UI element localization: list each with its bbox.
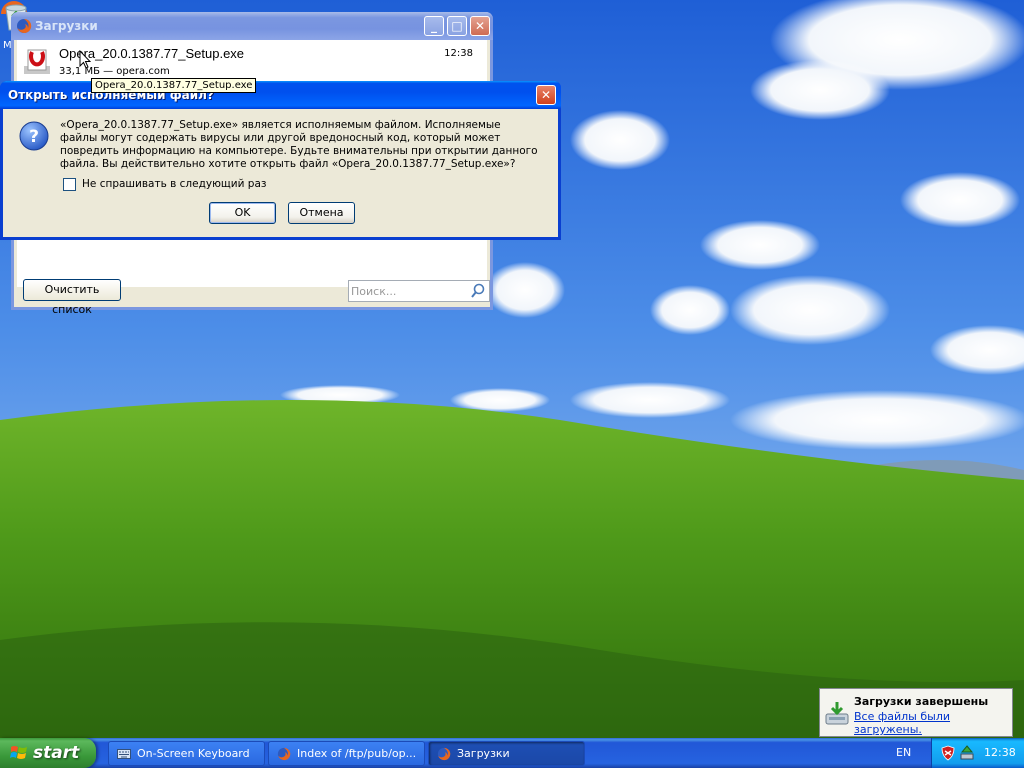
close-button[interactable]: ✕	[470, 16, 490, 36]
download-meta: 33,1 МБ — opera.com	[59, 66, 170, 77]
safely-remove-hardware-icon[interactable]	[959, 745, 975, 761]
dialog-body: ? «Opera_20.0.1387.77_Setup.exe» являетс…	[3, 109, 558, 237]
dialog-titlebar[interactable]: Открыть исполняемый файл? ✕	[0, 81, 561, 109]
downloads-titlebar[interactable]: Загрузки _ □ ✕	[11, 12, 493, 40]
keyboard-icon	[117, 749, 131, 759]
maximize-button[interactable]: □	[447, 16, 467, 36]
opera-icon	[24, 49, 50, 74]
taskbar: start On-Screen Keyboard Index of /ftp/p…	[0, 738, 1024, 768]
language-indicator[interactable]: EN	[896, 746, 911, 759]
task-label: Загрузки	[457, 747, 510, 760]
dont-ask-again-label[interactable]: Не спрашивать в следующий раз	[82, 178, 266, 190]
downloads-title: Загрузки	[35, 19, 98, 33]
security-shield-icon[interactable]	[941, 745, 955, 761]
search-input[interactable]	[351, 283, 463, 299]
system-tray: 12:38	[931, 738, 1024, 768]
question-icon: ?	[19, 121, 49, 151]
task-firefox-index[interactable]: Index of /ftp/pub/op...	[268, 741, 425, 766]
svg-text:?: ?	[29, 127, 39, 147]
download-time: 12:38	[444, 48, 473, 59]
downloads-complete-notification[interactable]: Загрузки завершены Все файлы были загруж…	[819, 688, 1013, 737]
task-firefox-downloads[interactable]: Загрузки	[428, 741, 585, 766]
dialog-message: «Opera_20.0.1387.77_Setup.exe» является …	[60, 119, 538, 170]
dont-ask-again-checkbox[interactable]	[63, 178, 76, 191]
download-complete-icon	[825, 702, 849, 725]
firefox-icon	[437, 747, 451, 761]
start-label: start	[33, 743, 80, 763]
minimize-button[interactable]: _	[424, 16, 444, 36]
downloads-footer: Очистить список	[17, 279, 490, 316]
search-box[interactable]	[348, 280, 490, 302]
mouse-cursor-icon	[79, 50, 91, 69]
firefox-icon	[17, 18, 32, 33]
windows-logo-icon	[10, 746, 27, 759]
ok-button[interactable]: OK	[209, 202, 276, 224]
open-executable-dialog: Открыть исполняемый файл? ✕ ? «Opera_20.…	[0, 81, 561, 240]
search-icon[interactable]	[470, 283, 486, 299]
cancel-button[interactable]: Отмена	[288, 202, 355, 224]
notification-link[interactable]: Все файлы были загружены.	[854, 710, 1012, 736]
dialog-close-button[interactable]: ✕	[536, 85, 556, 105]
start-button[interactable]: start	[0, 738, 96, 768]
task-label: On-Screen Keyboard	[137, 747, 250, 760]
task-label: Index of /ftp/pub/op...	[297, 747, 417, 760]
task-on-screen-keyboard[interactable]: On-Screen Keyboard	[108, 741, 265, 766]
notification-title: Загрузки завершены	[854, 695, 989, 708]
clear-list-button[interactable]: Очистить список	[23, 279, 121, 316]
clock[interactable]: 12:38	[984, 746, 1016, 759]
filename-tooltip: Opera_20.0.1387.77_Setup.exe	[91, 78, 257, 93]
firefox-icon	[277, 747, 291, 761]
